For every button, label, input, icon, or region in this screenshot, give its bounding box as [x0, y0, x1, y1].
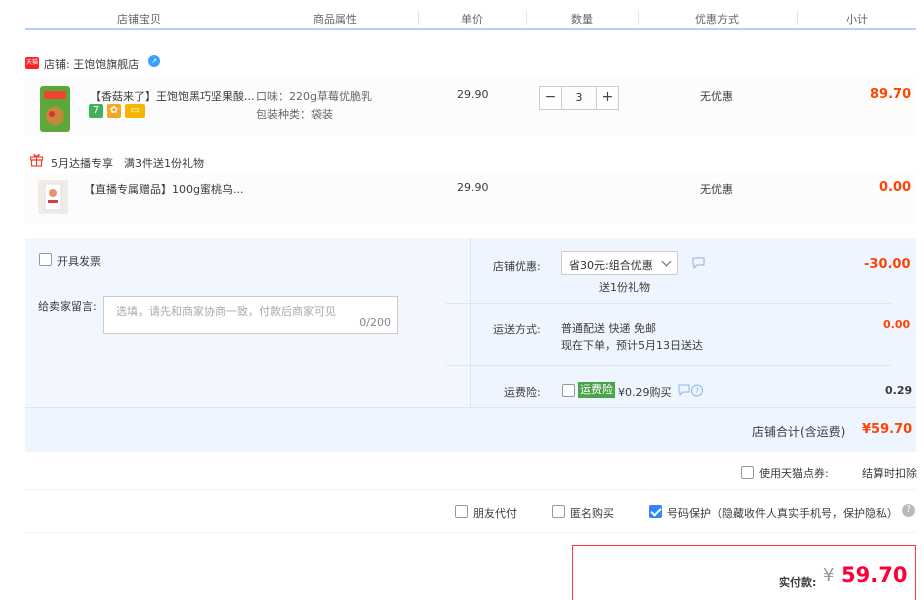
unit-price: 29.90 [457, 181, 489, 194]
invoice-label: 开具发票 [57, 255, 101, 268]
service-tag-icon: ✿ [107, 104, 121, 118]
discount-method: 无优惠 [700, 183, 733, 196]
shop-discount-select[interactable]: 省30元:组合优惠 [561, 251, 678, 275]
divider [25, 532, 916, 533]
coupon-label: 使用天猫点券: [759, 467, 829, 480]
header-price: 单价 [461, 13, 483, 26]
shop-total-value: ¥59.70 [862, 422, 913, 437]
help-icon[interactable]: ? [678, 384, 704, 397]
quantity-stepper: − 3 + [539, 86, 619, 110]
row-divider [446, 303, 891, 304]
svg-text:?: ? [695, 387, 699, 396]
header-divider [638, 11, 639, 25]
cart-item-row [25, 76, 916, 136]
header-item: 店铺宝贝 [117, 13, 161, 26]
service-tag-7day: 7 [89, 104, 103, 118]
message-placeholder: 选填，请先和商家协商一致，付款后商家可见 [116, 305, 336, 318]
insurance-tag: 运费险 [578, 382, 615, 398]
shop-discount-note: 送1份礼物 [599, 281, 650, 294]
discount-method: 无优惠 [700, 90, 733, 103]
cart-header: 店铺宝贝 商品属性 单价 数量 优惠方式 小计 [25, 0, 916, 30]
comment-icon[interactable] [692, 257, 705, 269]
gift-product-title-link[interactable]: 【直播专属赠品】100g蜜桃乌... [84, 181, 243, 197]
shop-discount-label: 店铺优惠: [493, 260, 541, 273]
divider [25, 489, 916, 490]
shipping-label: 运送方式: [493, 323, 541, 336]
message-label: 给卖家留言: [38, 300, 97, 313]
header-divider [418, 11, 419, 25]
product-flavor: 口味：220g草莓优脆乳 [256, 90, 372, 103]
tmall-badge-icon: 天猫 [25, 57, 39, 69]
decrease-qty-button[interactable]: − [539, 86, 562, 110]
product-package: 包装种类：袋装 [256, 108, 333, 121]
credit-card-icon: ▭ [125, 104, 145, 118]
seller-message-input[interactable]: 选填，请先和商家协商一致，付款后商家可见 0/200 [103, 296, 398, 334]
promo-detail: 满3件送1份礼物 [124, 157, 204, 170]
privacy-checkbox[interactable] [649, 505, 662, 518]
product-title-link[interactable]: 【香菇来了】王饱饱黑巧坚果酸... [90, 88, 255, 104]
header-qty: 数量 [571, 13, 593, 26]
increase-qty-button[interactable]: + [596, 86, 619, 110]
item-subtotal: 0.00 [879, 180, 912, 195]
chat-wangwang-icon[interactable]: ↗ [148, 55, 160, 67]
item-subtotal: 89.70 [870, 87, 912, 102]
shipping-eta: 现在下单，预计5月13日送达 [561, 339, 703, 352]
shipping-value: 0.00 [883, 318, 911, 331]
header-divider [797, 11, 798, 25]
anonymous-label: 匿名购买 [570, 507, 614, 520]
header-subtotal: 小计 [846, 13, 868, 26]
payment-label: 实付款: [779, 576, 817, 589]
gift-icon [29, 154, 44, 167]
anonymous-checkbox[interactable] [552, 505, 565, 518]
header-props: 商品属性 [313, 13, 357, 26]
payment-amount: 59.70 [841, 563, 908, 587]
shop-discount-value: -30.00 [864, 257, 911, 272]
shipping-method: 普通配送 快递 免邮 [561, 322, 656, 335]
gift-product-thumbnail[interactable] [38, 180, 68, 214]
payment-currency: ¥ [823, 565, 835, 586]
friend-pay-checkbox[interactable] [455, 505, 468, 518]
insurance-value: 0.29 [885, 384, 913, 397]
privacy-label: 号码保护（隐藏收件人真实手机号，保护隐私） [667, 507, 898, 520]
shop-name[interactable]: 店铺: 王饱饱旗舰店 [44, 56, 139, 72]
unit-price: 29.90 [457, 88, 489, 101]
coupon-note: 结算时扣除 [862, 467, 917, 480]
product-thumbnail[interactable] [40, 86, 70, 132]
insurance-label: 运费险: [504, 386, 541, 399]
question-icon[interactable]: ? [902, 504, 915, 517]
insurance-price: ¥0.29购买 [618, 386, 672, 399]
row-divider [446, 365, 891, 366]
chevron-down-icon [661, 256, 672, 267]
friend-pay-label: 朋友代付 [473, 507, 517, 520]
promo-label: 5月达播专享 [51, 157, 113, 170]
coupon-checkbox[interactable] [741, 466, 754, 479]
header-divider [526, 11, 527, 25]
insurance-checkbox[interactable] [562, 384, 575, 397]
shop-discount-selected: 省30元:组合优惠 [569, 259, 653, 272]
message-char-count: 0/200 [359, 316, 391, 329]
shop-total-label: 店铺合计(含运费) [752, 425, 846, 439]
header-discount: 优惠方式 [695, 13, 739, 26]
quantity-input[interactable]: 3 [562, 86, 596, 110]
invoice-checkbox[interactable] [39, 253, 52, 266]
